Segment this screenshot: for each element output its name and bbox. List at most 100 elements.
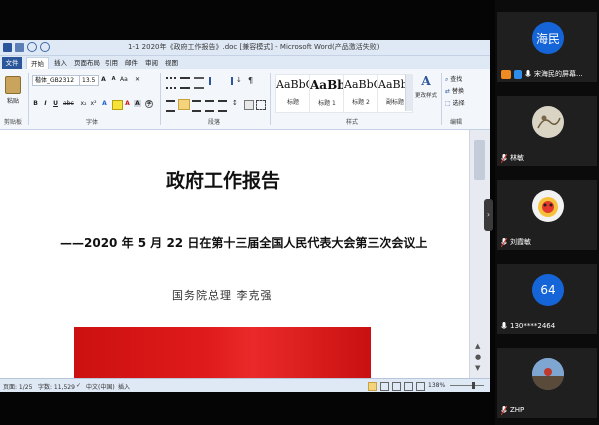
- save-icon[interactable]: [15, 42, 24, 52]
- participant-tile[interactable]: 64 130****2464: [497, 264, 597, 334]
- distributed-icon[interactable]: [218, 100, 227, 112]
- zoom-slider[interactable]: [450, 385, 484, 386]
- participant-tile[interactable]: 林敏: [497, 96, 597, 166]
- bold-icon[interactable]: B: [32, 100, 39, 107]
- word-count[interactable]: 字数: 11,529: [38, 382, 75, 391]
- increase-indent-icon[interactable]: [222, 77, 233, 85]
- style-heading-1[interactable]: AaBb 标题 1: [309, 74, 345, 113]
- replace-button[interactable]: ⇄ 替换: [445, 86, 464, 95]
- group-label-font: 字体: [86, 119, 99, 126]
- line-spacing-icon[interactable]: ↕: [232, 99, 238, 107]
- participant-tile[interactable]: 刘霞敏: [497, 180, 597, 250]
- text-effects-icon[interactable]: A: [101, 100, 108, 107]
- document-area: 政府工作报告 ——2020 年 5 月 22 日在第十三届全国人民代表大会第三次…: [0, 130, 490, 378]
- font-name-select[interactable]: 楷体_GB2312: [32, 75, 80, 86]
- participant-name: 林敏: [510, 154, 524, 162]
- participant-name: 宋海民的屏幕...: [534, 70, 583, 78]
- align-right-icon[interactable]: [192, 100, 201, 112]
- borders-icon[interactable]: [256, 100, 266, 110]
- microphone-icon: [501, 321, 507, 329]
- undo-icon[interactable]: [27, 42, 37, 52]
- avatar: [532, 358, 564, 390]
- tab-view[interactable]: 视图: [161, 57, 182, 69]
- align-left-icon[interactable]: [166, 100, 175, 112]
- multilevel-list-icon[interactable]: [194, 77, 204, 89]
- avatar: [532, 106, 564, 138]
- italic-icon[interactable]: I: [42, 100, 49, 107]
- tab-file[interactable]: 文件: [2, 57, 22, 69]
- style-heading-2[interactable]: AaBbC 标题 2: [343, 74, 379, 113]
- document-page[interactable]: 政府工作报告 ——2020 年 5 月 22 日在第十三届全国人民代表大会第三次…: [0, 130, 470, 378]
- tab-page-layout[interactable]: 页面布局: [70, 57, 104, 69]
- change-styles-icon: A: [421, 74, 431, 88]
- zoom-level[interactable]: 138%: [428, 382, 445, 389]
- redo-icon[interactable]: [40, 42, 50, 52]
- justify-icon[interactable]: [205, 100, 214, 112]
- char-shading-icon[interactable]: A: [134, 100, 141, 107]
- scroll-thumb[interactable]: [474, 140, 485, 180]
- participant-tile[interactable]: 海民 宋海民的屏幕...: [497, 12, 597, 82]
- style-name: 标题 2: [352, 99, 370, 106]
- insert-mode[interactable]: 插入: [118, 382, 130, 391]
- shading-icon[interactable]: [244, 100, 254, 110]
- participant-name: 刘霞敏: [510, 238, 531, 246]
- full-screen-view-icon[interactable]: [380, 382, 389, 391]
- decrease-indent-icon[interactable]: [209, 77, 220, 85]
- vertical-scrollbar[interactable]: ▲ ● ▼: [469, 130, 490, 378]
- style-title[interactable]: AaBbC 标题: [275, 74, 311, 113]
- microphone-icon: [525, 69, 531, 77]
- page-count[interactable]: 页面: 1/25: [3, 382, 32, 391]
- prev-page-icon[interactable]: ▲: [475, 342, 480, 350]
- grow-font-icon[interactable]: A: [100, 76, 107, 83]
- paste-button[interactable]: 粘贴: [3, 74, 23, 110]
- participant-name-row: 林敏: [501, 152, 524, 164]
- document-author: 国务院总理 李克强: [172, 289, 273, 302]
- participant-name-row: 宋海民的屏幕...: [501, 68, 583, 80]
- tab-mailings[interactable]: 邮件: [121, 57, 142, 69]
- shrink-font-icon[interactable]: A: [110, 76, 117, 83]
- web-layout-view-icon[interactable]: [392, 382, 401, 391]
- enclose-char-icon[interactable]: 字: [145, 100, 153, 108]
- print-layout-view-icon[interactable]: [368, 382, 377, 391]
- word-app-icon[interactable]: [3, 42, 12, 52]
- change-case-icon[interactable]: Aa: [120, 76, 128, 83]
- align-center-icon[interactable]: [178, 99, 190, 110]
- group-label-editing: 编辑: [450, 119, 463, 126]
- draft-view-icon[interactable]: [416, 382, 425, 391]
- find-button[interactable]: ⌕ 查找: [445, 74, 462, 84]
- quick-access-toolbar: [3, 42, 50, 52]
- clear-format-icon[interactable]: ✕: [134, 76, 141, 83]
- numbering-icon[interactable]: [180, 77, 190, 89]
- change-styles-button[interactable]: A 更改样式: [413, 74, 439, 111]
- collapse-sidebar-button[interactable]: ›: [484, 199, 493, 231]
- styles-scroll[interactable]: [405, 74, 412, 111]
- ribbon-tabs: 文件 开始 插入 页面布局 引用 邮件 审阅 视图: [0, 56, 490, 70]
- font-size-select[interactable]: 13.5: [79, 75, 99, 86]
- sort-icon[interactable]: ↓: [236, 76, 242, 84]
- strikethrough-icon[interactable]: abc: [63, 100, 74, 107]
- zoom-thumb[interactable]: [472, 382, 475, 389]
- lion-dance-avatar-image: [538, 197, 558, 217]
- bullets-icon[interactable]: [166, 77, 176, 89]
- highlight-icon[interactable]: [112, 100, 123, 110]
- select-icon: ⬚: [445, 100, 451, 107]
- status-bar: 页面: 1/25 字数: 11,529 ✓ 中文(中国) 插入 138%: [0, 378, 490, 392]
- select-button[interactable]: ⬚ 选择: [445, 98, 465, 107]
- superscript-icon[interactable]: x²: [90, 100, 97, 107]
- spellcheck-icon[interactable]: ✓: [76, 382, 81, 389]
- select-browse-object-icon[interactable]: ●: [475, 353, 481, 361]
- style-sample: AaBbC: [276, 78, 310, 91]
- font-color-icon[interactable]: A: [124, 100, 131, 107]
- language[interactable]: 中文(中国): [86, 382, 115, 391]
- participant-tile[interactable]: ZHP: [497, 348, 597, 418]
- show-marks-icon[interactable]: ¶: [248, 76, 253, 85]
- next-page-icon[interactable]: ▼: [475, 364, 480, 372]
- tab-review[interactable]: 审阅: [141, 57, 162, 69]
- subscript-icon[interactable]: x₂: [80, 100, 87, 107]
- tab-insert[interactable]: 插入: [50, 57, 71, 69]
- replace-label: 替换: [451, 88, 464, 95]
- tab-references[interactable]: 引用: [101, 57, 122, 69]
- underline-icon[interactable]: U: [52, 100, 59, 107]
- group-label-paragraph: 段落: [208, 119, 221, 126]
- outline-view-icon[interactable]: [404, 382, 413, 391]
